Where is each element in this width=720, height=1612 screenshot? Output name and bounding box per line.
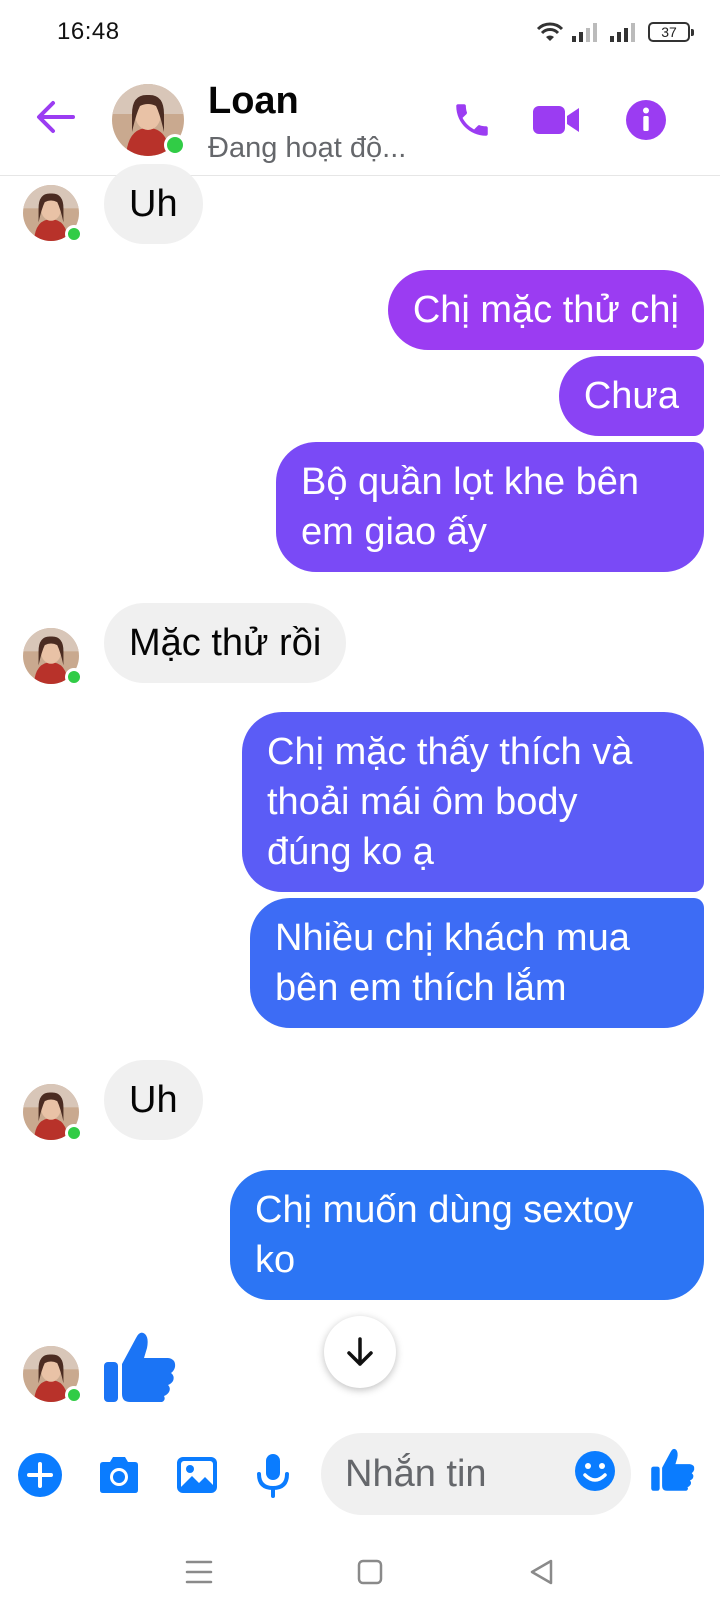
wifi-icon (536, 22, 564, 41)
message-bubble-outgoing[interactable]: Chị mặc thấy thích và thoải mái ôm body … (242, 712, 704, 892)
online-status-dot (65, 668, 83, 686)
conversation-info-button[interactable] (618, 92, 674, 148)
signal-icon (572, 23, 597, 42)
signal-icon (610, 23, 635, 42)
send-like-button[interactable] (648, 1444, 698, 1494)
back-button[interactable] (30, 92, 80, 142)
message-bubble-outgoing[interactable]: Chị muốn dùng sextoy ko (230, 1170, 704, 1300)
message-line: Bộ quần lọt khe bên (301, 461, 640, 503)
battery-icon: 37 (648, 22, 694, 42)
message-line: em giao ấy (301, 511, 487, 553)
status-time: 16:48 (57, 18, 120, 45)
recent-apps-button[interactable] (174, 1552, 224, 1592)
video-call-button[interactable] (528, 92, 584, 148)
battery-level: 37 (661, 24, 677, 40)
message-line: thoải mái ôm body (267, 781, 578, 823)
back-triangle-icon (530, 1559, 553, 1585)
info-icon (626, 100, 666, 140)
thumbs-up-icon (651, 1448, 695, 1491)
video-camera-icon (533, 106, 579, 134)
scroll-to-bottom-button[interactable] (324, 1316, 396, 1388)
online-status-dot (65, 1386, 83, 1404)
thumbs-up-icon (104, 1332, 176, 1402)
gallery-button[interactable] (172, 1450, 222, 1500)
contact-avatar[interactable] (112, 84, 186, 156)
message-bubble-incoming[interactable]: Uh (104, 164, 203, 244)
system-back-button[interactable] (516, 1552, 566, 1592)
message-line: đúng ko ạ (267, 831, 434, 873)
online-status-dot (65, 225, 83, 243)
conversation-header: Loan Đang hoạt độ... (0, 64, 720, 176)
thumbs-up-sticker[interactable] (102, 1328, 178, 1404)
message-line: Chị mặc thấy thích và (267, 731, 633, 773)
message-line: bên em thích lắm (275, 967, 567, 1009)
message-line: Nhiều chị khách mua (275, 917, 630, 959)
arrow-down-icon (347, 1337, 373, 1366)
message-line: Chị muốn dùng sextoy (255, 1189, 634, 1231)
arrow-left-icon (37, 101, 75, 133)
message-composer (0, 1428, 720, 1524)
system-navigation-bar (0, 1532, 720, 1612)
status-bar: 16:48 37 (0, 0, 720, 64)
camera-icon (100, 1457, 138, 1493)
sender-avatar[interactable] (23, 1084, 83, 1142)
sender-avatar[interactable] (23, 185, 83, 243)
voice-message-button[interactable] (248, 1450, 298, 1500)
active-status: Đang hoạt độ... (208, 132, 407, 164)
smiley-icon (575, 1451, 615, 1491)
camera-button[interactable] (94, 1450, 144, 1500)
audio-call-button[interactable] (444, 92, 500, 148)
microphone-icon (257, 1454, 289, 1498)
menu-icon (185, 1560, 213, 1584)
sender-avatar[interactable] (23, 1346, 83, 1404)
contact-name[interactable]: Loan (208, 80, 299, 123)
home-button[interactable] (345, 1552, 395, 1592)
sender-avatar[interactable] (23, 628, 83, 686)
home-icon (357, 1559, 383, 1585)
emoji-button[interactable] (574, 1450, 620, 1496)
online-status-dot (65, 1124, 83, 1142)
message-line: ko (255, 1239, 296, 1281)
message-bubble-outgoing[interactable]: Bộ quần lọt khe bên em giao ấy (276, 442, 704, 572)
more-actions-button[interactable] (15, 1450, 65, 1500)
phone-icon (456, 104, 488, 136)
online-status-dot (164, 134, 186, 156)
plus-icon (18, 1453, 62, 1497)
message-bubble-incoming[interactable]: Uh (104, 1060, 203, 1140)
image-icon (177, 1457, 217, 1493)
message-bubble-outgoing[interactable]: Chị mặc thử chị (387, 270, 704, 350)
status-icons: 37 (536, 19, 694, 45)
message-bubble-outgoing[interactable]: Nhiều chị khách mua bên em thích lắm (250, 898, 704, 1028)
message-bubble-incoming[interactable]: Mặc thử rồi (104, 603, 347, 683)
message-bubble-outgoing[interactable]: Chưa (558, 356, 704, 436)
